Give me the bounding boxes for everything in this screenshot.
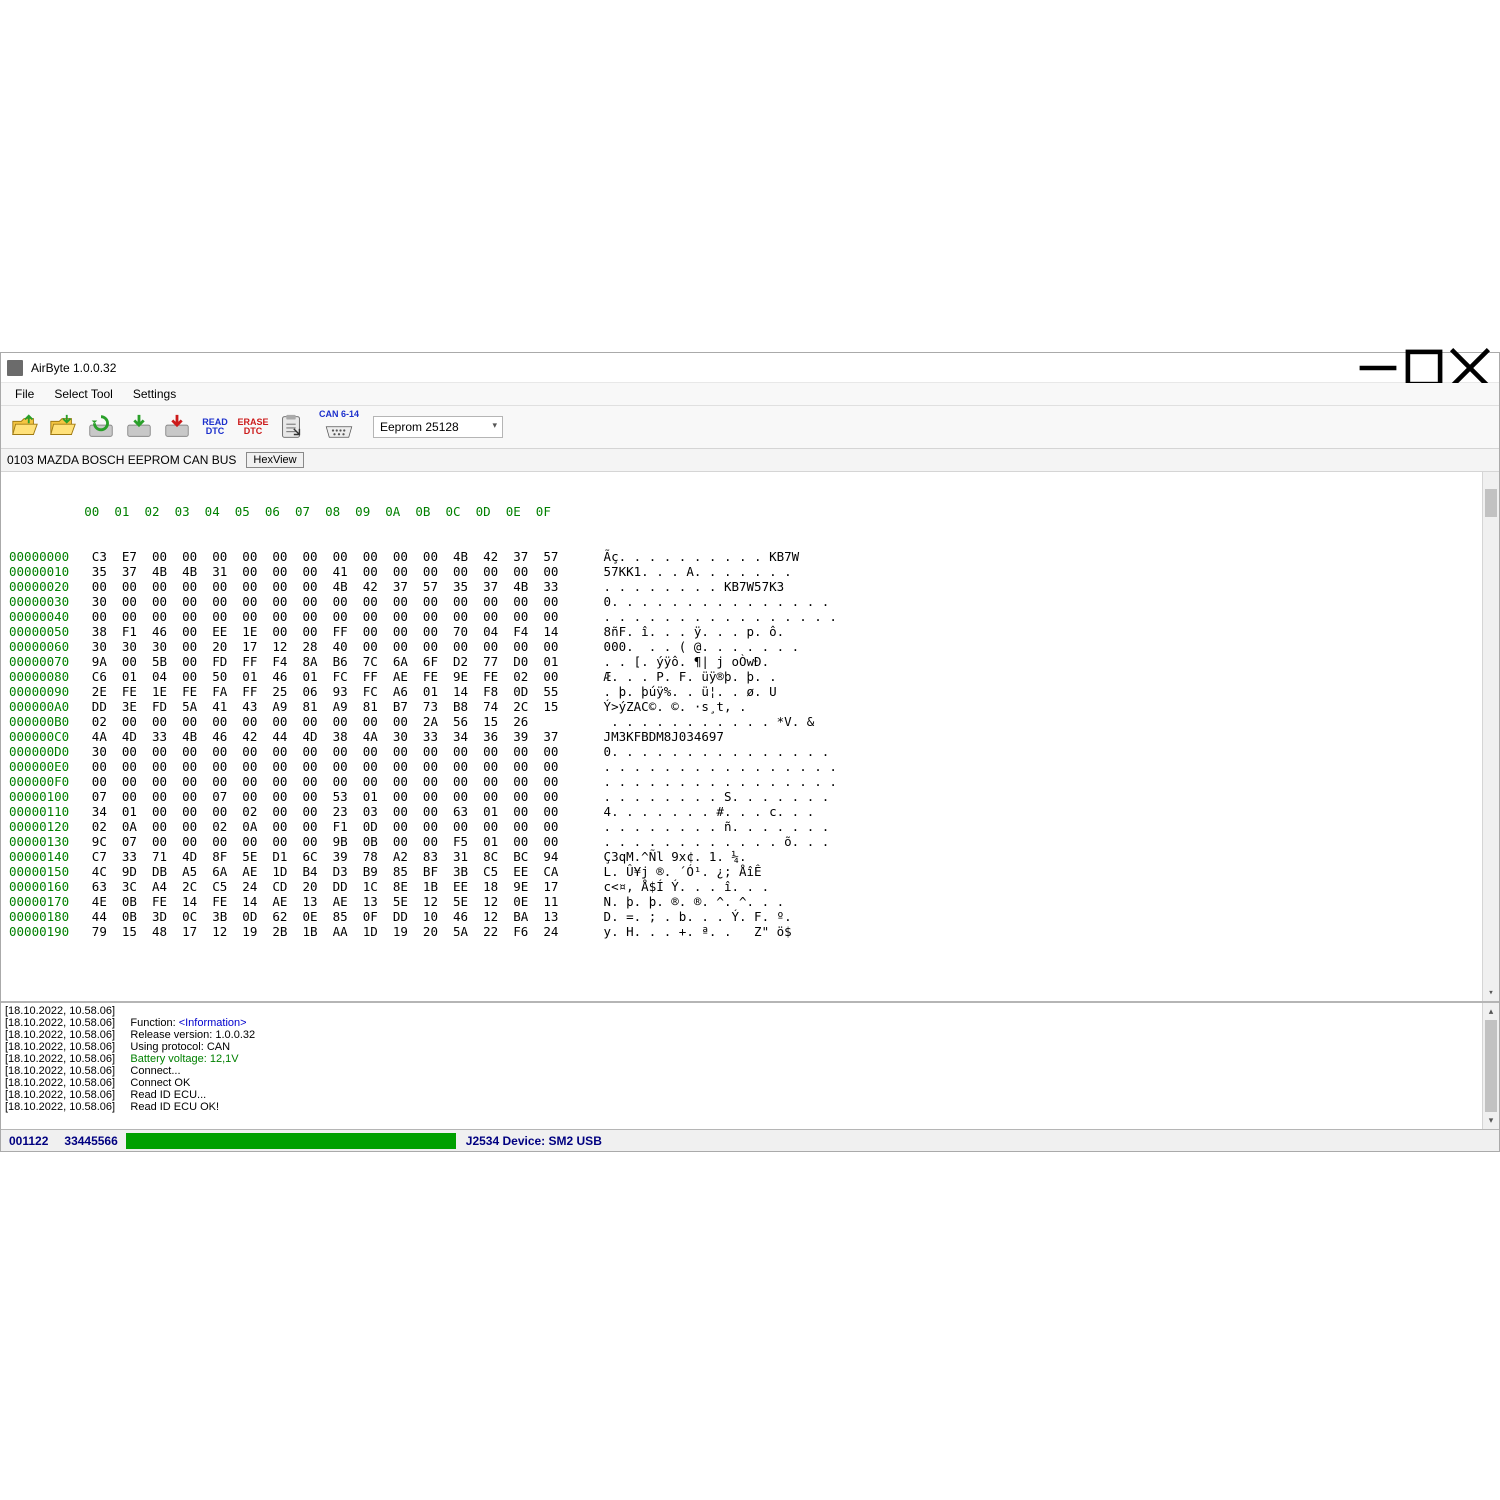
window-title: AirByte 1.0.0.32 [31, 361, 1355, 375]
clipboard-button[interactable] [273, 409, 309, 445]
hex-row: 00000020 00 00 00 00 00 00 00 00 4B 42 3… [9, 579, 1491, 594]
hex-row: 000000D0 30 00 00 00 00 00 00 00 00 00 0… [9, 744, 1491, 759]
hex-row: 00000120 02 0A 00 00 02 0A 00 00 F1 0D 0… [9, 819, 1491, 834]
log-panel: [18.10.2022, 10.58.06] [18.10.2022, 10.5… [1, 1001, 1499, 1129]
read-dtc-button[interactable]: READ DTC [197, 409, 233, 445]
maximize-button[interactable] [1401, 353, 1447, 383]
hex-row: 00000160 63 3C A4 2C C5 24 CD 20 DD 1C 8… [9, 879, 1491, 894]
hex-row: 00000110 34 01 00 00 00 02 00 00 23 03 0… [9, 804, 1491, 819]
hex-row: 00000070 9A 00 5B 00 FD FF F4 8A B6 7C 6… [9, 654, 1491, 669]
open-file-button[interactable] [7, 409, 43, 445]
log-line: [18.10.2022, 10.58.06] Function: <Inform… [5, 1017, 1495, 1029]
hex-row: 000000B0 02 00 00 00 00 00 00 00 00 00 0… [9, 714, 1491, 729]
hex-row: 000000F0 00 00 00 00 00 00 00 00 00 00 0… [9, 774, 1491, 789]
minimize-button[interactable] [1355, 353, 1401, 383]
scroll-down-icon[interactable]: ▾ [1483, 1112, 1499, 1129]
log-line: [18.10.2022, 10.58.06] Connect... [5, 1065, 1495, 1077]
statusbar: 001122 33445566 J2534 Device: SM2 USB [1, 1129, 1499, 1151]
toolbar: READ DTC ERASE DTC CAN 6-14 Eeprom 25128 [1, 406, 1499, 449]
menubar: File Select Tool Settings [1, 383, 1499, 406]
reload-button[interactable] [83, 409, 119, 445]
hex-row: 000000A0 DD 3E FD 5A 41 43 A9 81 A9 81 B… [9, 699, 1491, 714]
hex-row: 00000060 30 30 30 00 20 17 12 28 40 00 0… [9, 639, 1491, 654]
log-line: [18.10.2022, 10.58.06] Battery voltage: … [5, 1053, 1495, 1065]
scroll-up-icon[interactable]: ▴ [1483, 1003, 1499, 1020]
log-line: [18.10.2022, 10.58.06] Connect OK [5, 1077, 1495, 1089]
hex-row: 000000E0 00 00 00 00 00 00 00 00 00 00 0… [9, 759, 1491, 774]
menu-file[interactable]: File [7, 385, 42, 403]
scroll-down-icon[interactable]: ▾ [1483, 984, 1499, 1001]
hex-row: 00000050 38 F1 46 00 EE 1E 00 00 FF 00 0… [9, 624, 1491, 639]
menu-settings[interactable]: Settings [125, 385, 184, 403]
hex-row: 00000140 C7 33 71 4D 8F 5E D1 6C 39 78 A… [9, 849, 1491, 864]
titlebar: AirByte 1.0.0.32 [1, 353, 1499, 383]
status-code-1: 001122 [1, 1134, 56, 1148]
status-device: J2534 Device: SM2 USB [456, 1134, 612, 1148]
hex-row: 000000C0 4A 4D 33 4B 46 42 44 4D 38 4A 3… [9, 729, 1491, 744]
hex-row: 00000190 79 15 48 17 12 19 2B 1B AA 1D 1… [9, 924, 1491, 939]
secondary-bar: 0103 MAZDA BOSCH EEPROM CAN BUS HexView [1, 449, 1499, 472]
log-line: [18.10.2022, 10.58.06] Using protocol: C… [5, 1041, 1495, 1053]
hex-viewer: 00 01 02 03 04 05 06 07 08 09 0A 0B 0C 0… [1, 472, 1499, 1001]
write-button[interactable] [121, 409, 157, 445]
hex-row: 00000150 4C 9D DB A5 6A AE 1D B4 D3 B9 8… [9, 864, 1491, 879]
write-red-button[interactable] [159, 409, 195, 445]
hex-row: 00000000 C3 E7 00 00 00 00 00 00 00 00 0… [9, 549, 1491, 564]
hexview-button[interactable]: HexView [246, 452, 303, 468]
hex-row: 00000010 35 37 4B 4B 31 00 00 00 41 00 0… [9, 564, 1491, 579]
hex-header: 00 01 02 03 04 05 06 07 08 09 0A 0B 0C 0… [9, 504, 1491, 519]
save-file-button[interactable] [45, 409, 81, 445]
status-code-2: 33445566 [56, 1134, 125, 1148]
hex-row: 00000170 4E 0B FE 14 FE 14 AE 13 AE 13 5… [9, 894, 1491, 909]
hex-row: 00000080 C6 01 04 00 50 01 46 01 FC FF A… [9, 669, 1491, 684]
can-connector-button[interactable]: CAN 6-14 [311, 409, 367, 445]
log-line: [18.10.2022, 10.58.06] [5, 1005, 1495, 1017]
device-description: 0103 MAZDA BOSCH EEPROM CAN BUS [7, 453, 236, 467]
app-window: AirByte 1.0.0.32 File Select Tool Settin… [0, 352, 1500, 1152]
hex-row: 00000040 00 00 00 00 00 00 00 00 00 00 0… [9, 609, 1491, 624]
hex-row: 00000030 30 00 00 00 00 00 00 00 00 00 0… [9, 594, 1491, 609]
eeprom-dropdown[interactable]: Eeprom 25128 [373, 416, 503, 438]
hex-row: 00000100 07 00 00 00 07 00 00 00 53 01 0… [9, 789, 1491, 804]
erase-dtc-button[interactable]: ERASE DTC [235, 409, 271, 445]
hex-row: 00000090 2E FE 1E FE FA FF 25 06 93 FC A… [9, 684, 1491, 699]
log-line: [18.10.2022, 10.58.06] Read ID ECU OK! [5, 1101, 1495, 1113]
log-line: [18.10.2022, 10.58.06] Release version: … [5, 1029, 1495, 1041]
hex-row: 00000180 44 0B 3D 0C 3B 0D 62 0E 85 0F D… [9, 909, 1491, 924]
log-scrollbar[interactable]: ▴ ▾ [1482, 1003, 1499, 1129]
eeprom-dropdown-value: Eeprom 25128 [380, 420, 459, 434]
app-icon [7, 360, 23, 376]
menu-select-tool[interactable]: Select Tool [46, 385, 120, 403]
can-label: CAN 6-14 [319, 409, 359, 419]
close-button[interactable] [1447, 353, 1493, 383]
log-line: [18.10.2022, 10.58.06] Read ID ECU... [5, 1089, 1495, 1101]
hex-row: 00000130 9C 07 00 00 00 00 00 00 9B 0B 0… [9, 834, 1491, 849]
hex-scrollbar[interactable]: ▴ ▾ [1482, 472, 1499, 1001]
progress-bar [126, 1133, 456, 1149]
